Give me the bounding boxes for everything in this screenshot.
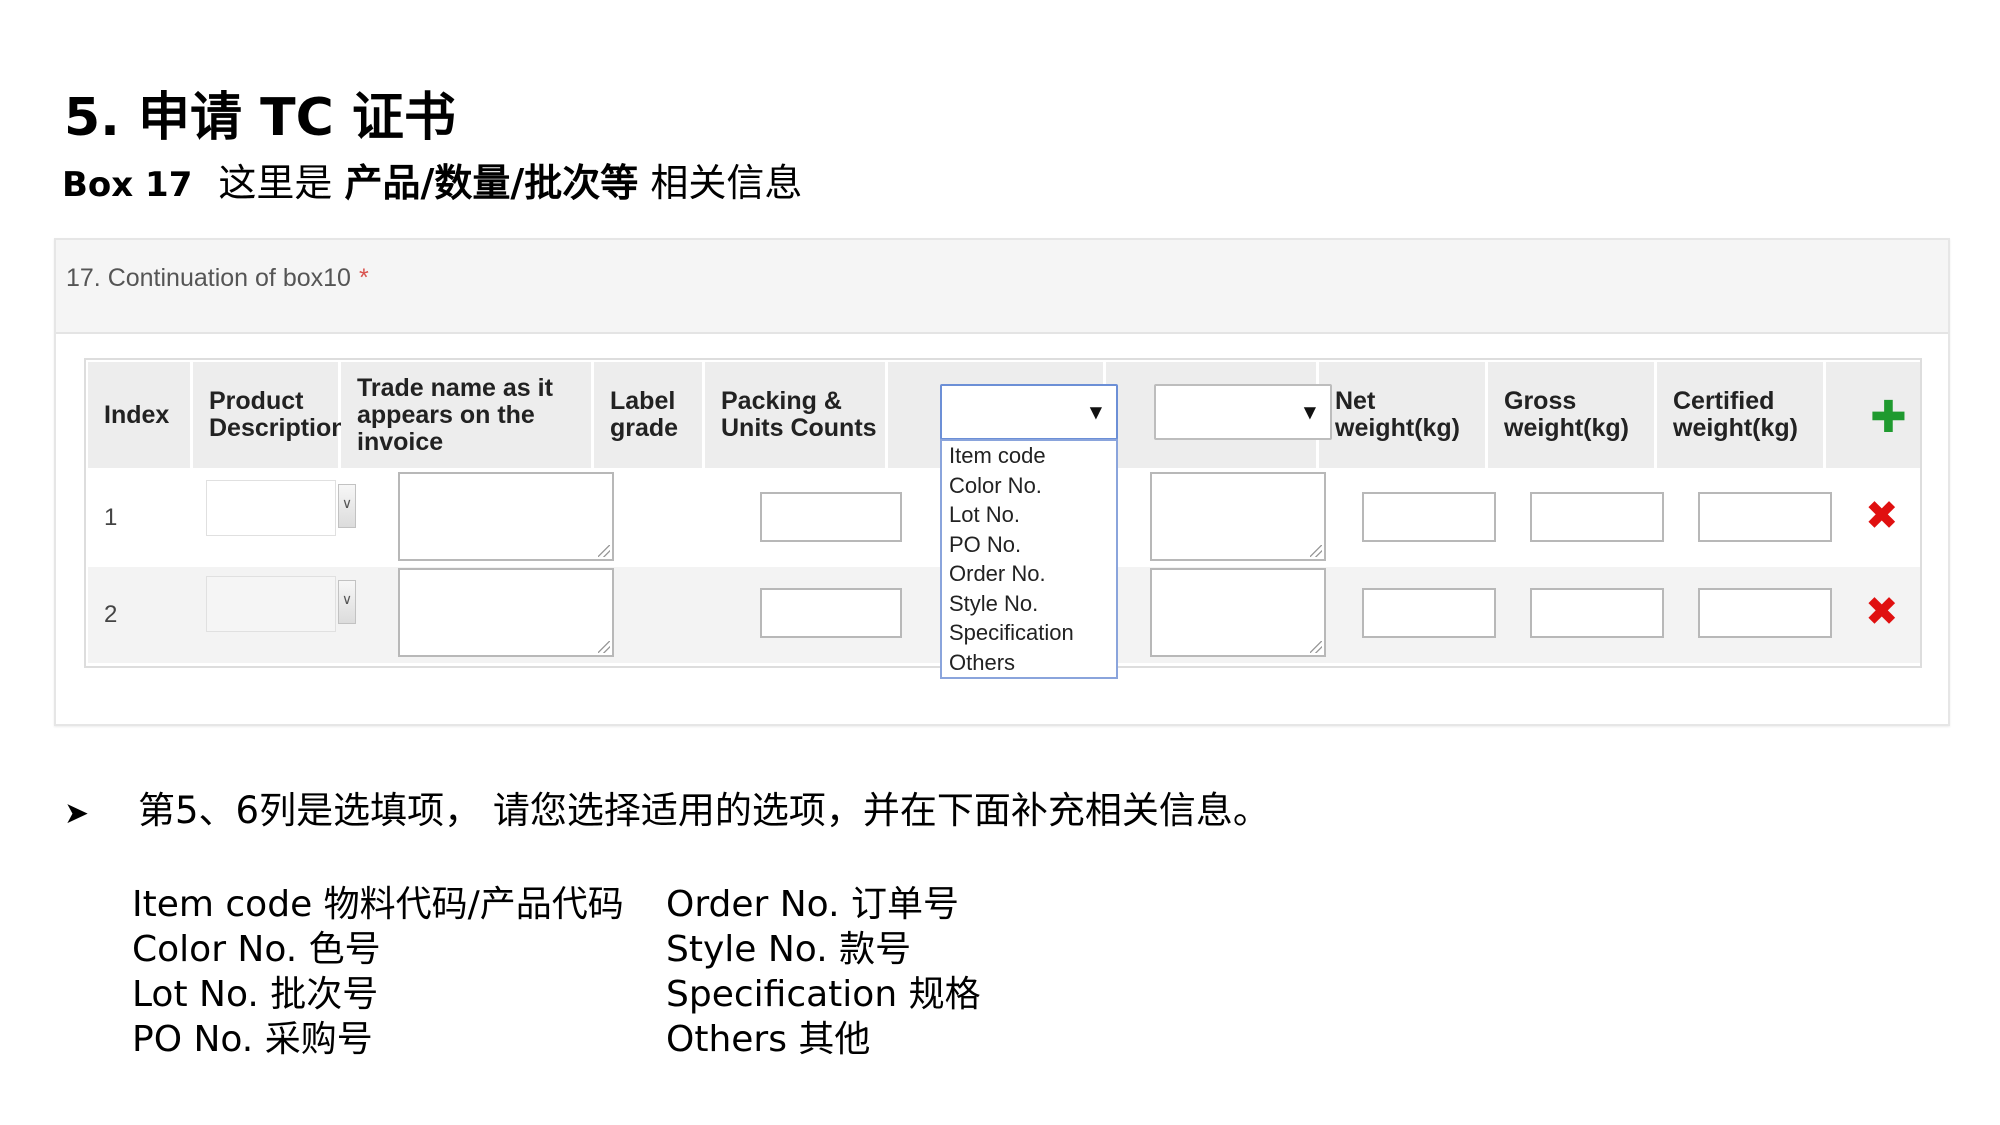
section-title-text: 17. Continuation of box10 xyxy=(66,264,351,292)
dropdown-option-others[interactable]: Others xyxy=(942,648,1116,678)
trade-name-textarea[interactable] xyxy=(398,568,614,657)
net-weight-input[interactable] xyxy=(1362,588,1496,638)
dropdown-caret-icon: ▼ xyxy=(1303,402,1316,422)
subheading-text-before: 这里是 xyxy=(218,161,333,205)
optional-field-2-textarea[interactable] xyxy=(1150,568,1326,657)
gross-weight-input[interactable] xyxy=(1530,492,1664,542)
packing-units-input[interactable] xyxy=(760,588,902,638)
box-label: Box 17 xyxy=(62,165,193,205)
legend-right-column: Order No. 订单号 Style No. 款号 Specification… xyxy=(666,882,981,1062)
dropdown-option-style-no[interactable]: Style No. xyxy=(942,589,1116,619)
dropdown-option-lot-no[interactable]: Lot No. xyxy=(942,500,1116,530)
optional-field-2-select[interactable]: ▼ xyxy=(1154,384,1332,440)
trade-name-textarea[interactable] xyxy=(398,472,614,561)
header-product-description: Product Description xyxy=(193,362,347,468)
net-weight-input[interactable] xyxy=(1362,492,1496,542)
resize-handle-icon[interactable] xyxy=(598,641,610,653)
delete-row-icon[interactable]: ✖ xyxy=(1865,496,1899,536)
header-packing-units: Packing & Units Counts xyxy=(705,362,885,468)
resize-handle-icon[interactable] xyxy=(1310,545,1322,557)
product-description-input[interactable] xyxy=(206,576,336,632)
certified-weight-input[interactable] xyxy=(1698,492,1832,542)
optional-field-2-textarea[interactable] xyxy=(1150,472,1326,561)
dropdown-option-item-code[interactable]: Item code xyxy=(942,441,1116,471)
instruction-text: 第5、6列是选填项， 请您选择适用的选项，并在下面补充相关信息。 xyxy=(138,789,1270,832)
page-heading: 5. 申请 TC 证书 xyxy=(64,88,456,148)
gross-weight-input[interactable] xyxy=(1530,588,1664,638)
legend-item: PO No. 采购号 xyxy=(132,1019,373,1060)
header-certified-weight: Certified weight(kg) xyxy=(1657,362,1823,468)
optional-field-1-select[interactable]: ▼ xyxy=(940,384,1118,440)
dropdown-caret-icon: ▼ xyxy=(1089,402,1102,422)
legend-item: Item code 物料代码/产品代码 xyxy=(132,884,624,925)
legend-item: Others 其他 xyxy=(666,1019,871,1060)
certified-weight-input[interactable] xyxy=(1698,588,1832,638)
header-index: Index xyxy=(88,362,190,468)
optional-field-dropdown-list: Item code Color No. Lot No. PO No. Order… xyxy=(940,439,1118,679)
section-title: 17. Continuation of box10 * xyxy=(66,264,369,293)
subheading: Box 17 这里是 产品/数量/批次等 相关信息 xyxy=(62,164,802,202)
panel-header: 17. Continuation of box10 * xyxy=(56,240,1948,334)
arrow-bullet-icon: ➤ xyxy=(64,796,90,831)
legend-item: Order No. 订单号 xyxy=(666,884,959,925)
row-index: 2 xyxy=(104,601,118,628)
header-trade-name: Trade name as it appears on the invoice xyxy=(341,362,591,468)
delete-row-icon[interactable]: ✖ xyxy=(1865,592,1899,632)
header-gross-weight: Gross weight(kg) xyxy=(1488,362,1654,468)
product-description-input[interactable] xyxy=(206,480,336,536)
header-net-weight: Net weight(kg) xyxy=(1319,362,1485,468)
dropdown-option-po-no[interactable]: PO No. xyxy=(942,530,1116,560)
packing-units-input[interactable] xyxy=(760,492,902,542)
legend-left-column: Item code 物料代码/产品代码 Color No. 色号 Lot No.… xyxy=(132,882,624,1062)
resize-handle-icon[interactable] xyxy=(1310,641,1322,653)
subheading-emphasis: 产品/数量/批次等 xyxy=(344,161,639,205)
chevron-down-icon[interactable]: ∨ xyxy=(338,580,356,624)
dropdown-option-specification[interactable]: Specification xyxy=(942,618,1116,648)
subheading-text-after: 相关信息 xyxy=(650,161,803,205)
dropdown-option-order-no[interactable]: Order No. xyxy=(942,559,1116,589)
chevron-down-icon[interactable]: ∨ xyxy=(338,484,356,528)
header-label-grade: Label grade xyxy=(594,362,702,468)
add-row-icon[interactable]: ✚ xyxy=(1870,396,1907,440)
dropdown-option-color-no[interactable]: Color No. xyxy=(942,471,1116,501)
instruction-note: ➤ 第5、6列是选填项， 请您选择适用的选项，并在下面补充相关信息。 xyxy=(64,792,1270,829)
legend-item: Style No. 款号 xyxy=(666,929,912,970)
resize-handle-icon[interactable] xyxy=(598,545,610,557)
legend-item: Lot No. 批次号 xyxy=(132,974,379,1015)
legend-item: Color No. 色号 xyxy=(132,929,381,970)
row-index: 1 xyxy=(104,503,118,531)
product-description-combo[interactable]: ∨ xyxy=(206,576,362,632)
product-description-combo[interactable]: ∨ xyxy=(206,480,362,536)
required-mark: * xyxy=(358,264,369,292)
legend-item: Specification 规格 xyxy=(666,974,981,1015)
